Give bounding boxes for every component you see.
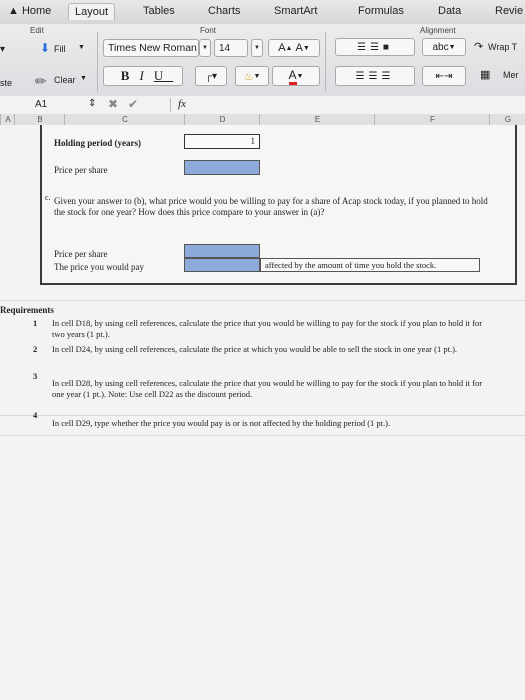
- tab-charts[interactable]: Charts: [202, 3, 246, 19]
- grow-font-icon[interactable]: A: [278, 42, 285, 54]
- edit-group-label: Edit: [30, 26, 44, 35]
- fill-down-arrow-icon[interactable]: ▾: [0, 44, 5, 55]
- price-per-share-label-2: Price per share: [54, 249, 108, 259]
- requirement-number: 4: [33, 410, 38, 420]
- merge-label[interactable]: Mer: [503, 70, 519, 80]
- column-header-a[interactable]: A: [0, 114, 15, 125]
- column-header-d[interactable]: D: [184, 114, 260, 125]
- requirement-text: In cell D24, by using cell references, c…: [52, 344, 458, 354]
- price-per-share-cell[interactable]: [184, 160, 260, 175]
- paste-label[interactable]: ste: [0, 78, 12, 88]
- border-icon: ┌▾: [204, 70, 218, 82]
- clear-label[interactable]: Clear: [54, 75, 76, 85]
- column-header-b[interactable]: B: [14, 114, 65, 125]
- font-style-buttons: BIU: [103, 66, 183, 86]
- tab-layout[interactable]: Layout: [68, 3, 116, 20]
- ribbon: Edit Font Alignment ▾ ⬇ Fill ▼ ste ✏ Cle…: [0, 24, 525, 97]
- font-color-button[interactable]: A ▼: [272, 66, 320, 86]
- enter-icon[interactable]: ✔: [128, 97, 138, 111]
- requirement-text: In cell D18, by using cell references, c…: [52, 318, 483, 339]
- grow-shrink-font-button[interactable]: A ▲ A ▼: [268, 39, 320, 57]
- price-you-pay-input[interactable]: [184, 258, 260, 272]
- name-box[interactable]: A1: [35, 99, 47, 110]
- tab-formulas[interactable]: Formulas: [352, 3, 410, 19]
- gridline: [0, 435, 525, 436]
- separator: [170, 98, 171, 112]
- column-header-c[interactable]: C: [64, 114, 185, 125]
- requirement-text: In cell D28, by using cell references, c…: [52, 378, 483, 399]
- font-size-select[interactable]: 14: [214, 39, 248, 57]
- requirement-number: 2: [33, 344, 38, 354]
- fill-dropdown-icon[interactable]: ▼: [78, 44, 85, 51]
- fill-down-icon[interactable]: ⬇: [40, 41, 50, 55]
- fill-color-button[interactable]: ♨ ▼: [235, 66, 269, 86]
- name-box-stepper-icon[interactable]: ⇕: [88, 98, 96, 109]
- tab-tables[interactable]: Tables: [137, 3, 181, 19]
- requirement-number: 1: [33, 318, 38, 328]
- alignment-group-label: Alignment: [420, 26, 456, 35]
- price-you-pay-label: The price you would pay: [54, 262, 144, 272]
- indent-buttons[interactable]: ⇤⇥: [422, 66, 466, 86]
- indent-icon: ⇤⇥: [435, 70, 453, 82]
- font-name-select[interactable]: Times New Roman: [103, 39, 199, 57]
- underline-button[interactable]: U: [154, 68, 173, 84]
- tab-smartart[interactable]: SmartArt: [268, 3, 323, 19]
- tab-home[interactable]: ▲ Home: [2, 3, 57, 19]
- column-header-g[interactable]: G: [489, 114, 525, 125]
- shrink-font-icon[interactable]: A: [296, 42, 303, 54]
- separator: [97, 32, 98, 92]
- price-per-share-input[interactable]: [184, 244, 260, 258]
- affected-cell[interactable]: affected by the amount of time you hold …: [260, 258, 480, 272]
- separator: [325, 32, 326, 92]
- holding-period-input[interactable]: 1: [184, 134, 260, 149]
- requirement-text: In cell D29, type whether the price you …: [52, 418, 391, 428]
- align-horizontal-buttons[interactable]: ☰☰☰: [335, 66, 415, 86]
- column-header-f[interactable]: F: [374, 114, 490, 125]
- font-size-dropdown-icon[interactable]: ▼: [251, 39, 263, 57]
- orientation-button[interactable]: abc ▼: [422, 38, 466, 56]
- home-icon: ▲: [8, 5, 19, 17]
- cancel-icon[interactable]: ✖: [108, 97, 118, 111]
- fill-label[interactable]: Fill: [54, 44, 66, 54]
- merge-icon[interactable]: ▦: [480, 68, 490, 81]
- price-per-share-label: Price per share: [54, 165, 108, 175]
- question-c-marker: c.: [45, 193, 51, 202]
- gridline: [0, 300, 525, 301]
- formula-bar: A1 ⇕ ✖ ✔ fx: [0, 96, 525, 115]
- tab-data[interactable]: Data: [432, 3, 467, 19]
- question-c-text: Given your answer to (b), what price wou…: [54, 196, 488, 217]
- ribbon-tab-bar: ▲ Home Layout Tables Charts SmartArt For…: [0, 0, 525, 25]
- font-name-dropdown-icon[interactable]: ▼: [199, 39, 211, 57]
- column-header-e[interactable]: E: [259, 114, 375, 125]
- bold-button[interactable]: B: [121, 68, 140, 84]
- paint-bucket-icon: ♨: [243, 70, 254, 83]
- wrap-text-label[interactable]: Wrap T: [488, 42, 517, 52]
- font-group-label: Font: [200, 26, 217, 35]
- requirement-number: 3: [33, 371, 38, 381]
- clear-dropdown-icon[interactable]: ▼: [80, 75, 87, 82]
- borders-button[interactable]: ┌▾: [195, 66, 227, 86]
- eraser-icon[interactable]: ✏: [35, 73, 47, 90]
- align-top-buttons[interactable]: ☰☰■: [335, 38, 415, 56]
- function-icon[interactable]: fx: [178, 98, 186, 110]
- wrap-text-icon[interactable]: ↷: [474, 40, 483, 53]
- gridline: [0, 415, 525, 416]
- requirements-title: Requirements: [0, 305, 54, 315]
- italic-button[interactable]: I: [139, 68, 153, 84]
- holding-period-label: Holding period (years): [54, 138, 141, 148]
- tab-review[interactable]: Revie: [489, 3, 525, 19]
